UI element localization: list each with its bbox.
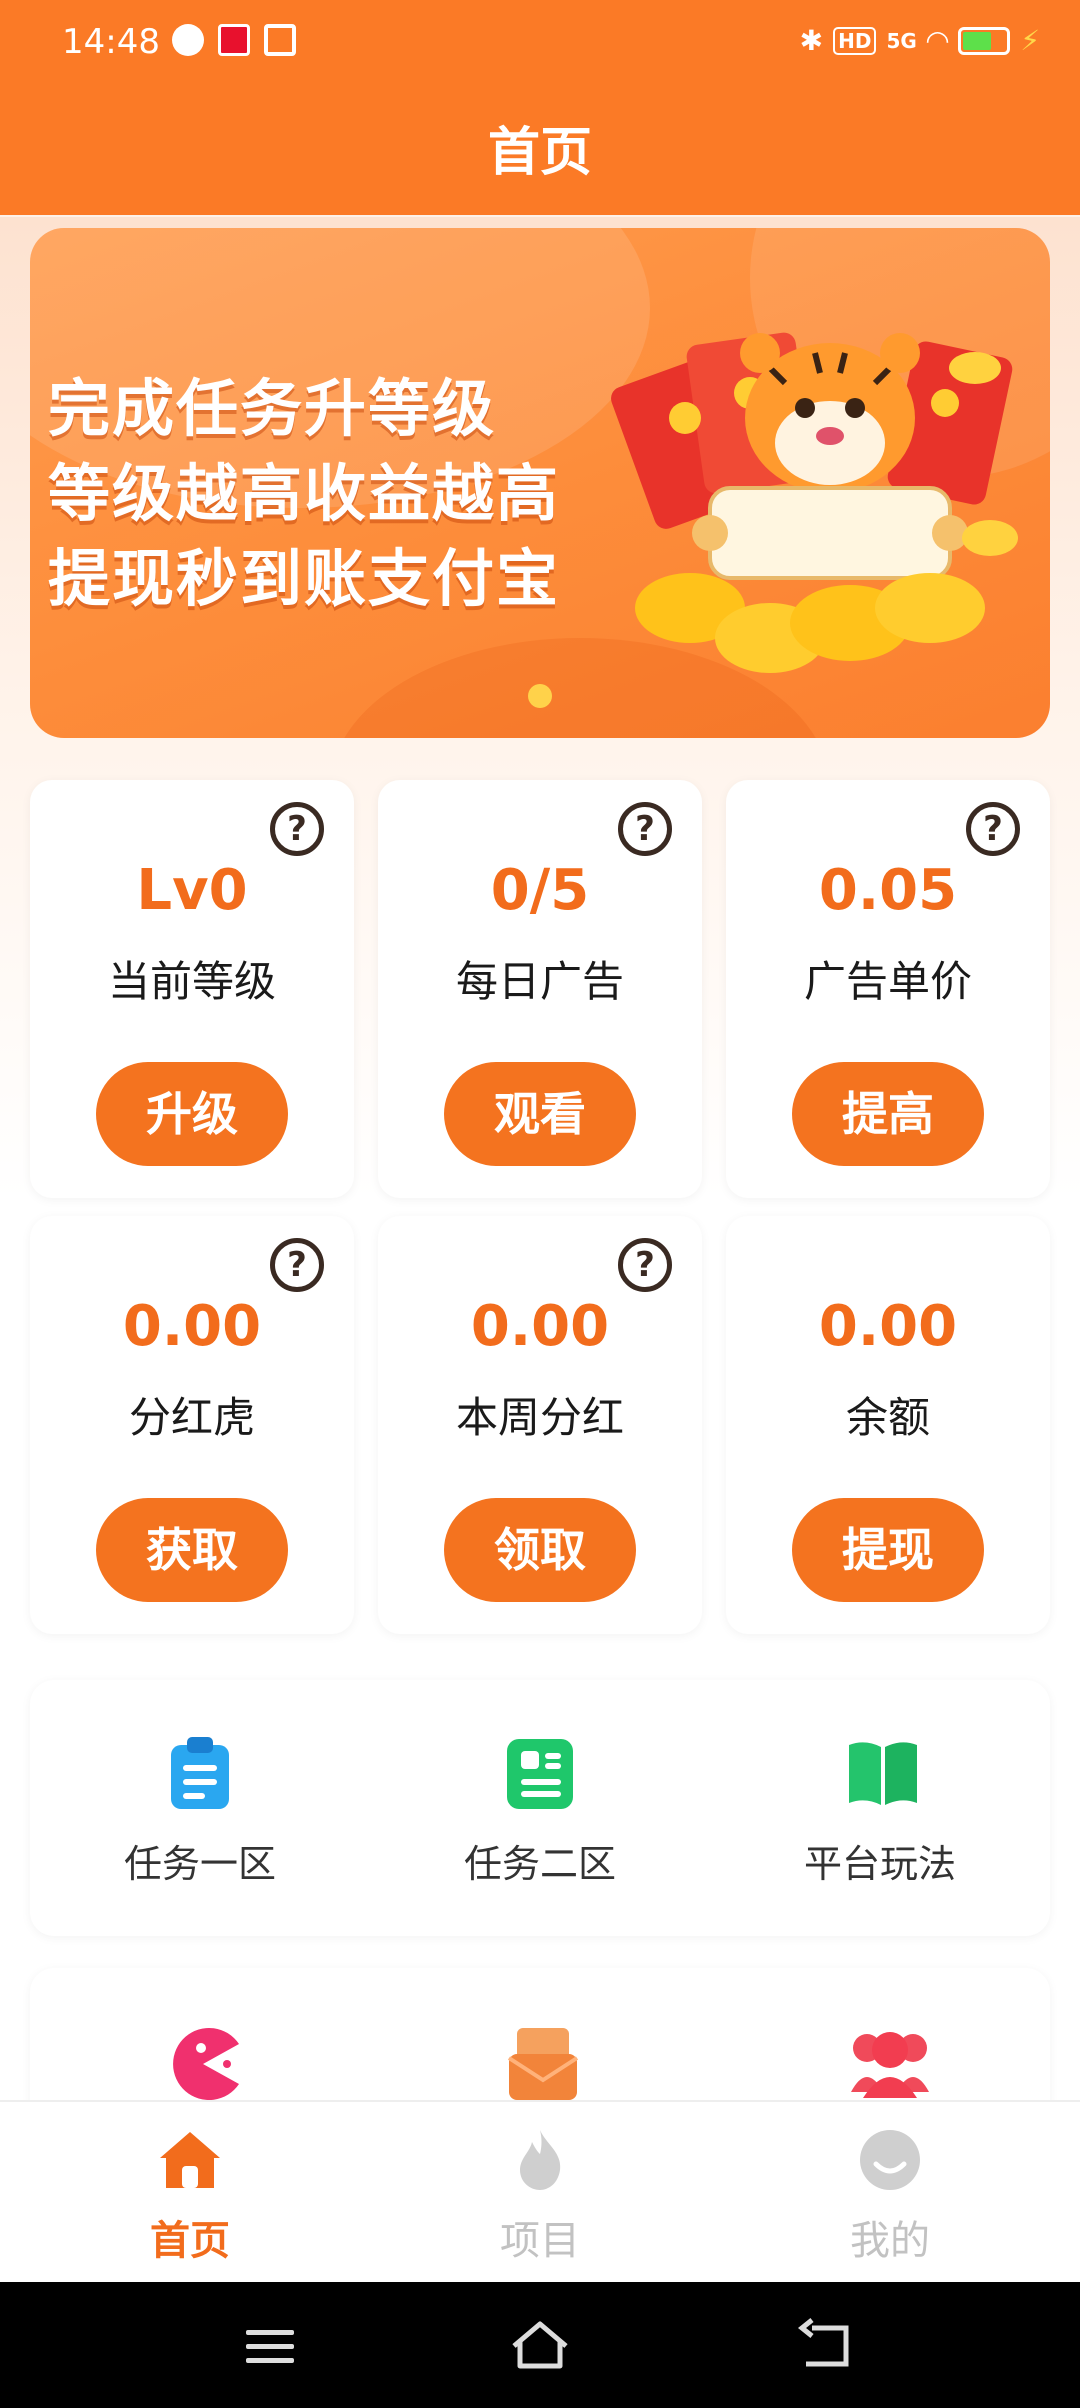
nav-label: 项目 [500, 2218, 580, 2264]
help-icon[interactable]: ? [618, 802, 672, 856]
stat-label: 每日广告 [455, 957, 624, 1006]
status-right-icons: ✱ HD 5G ◠ ⚡ [800, 24, 1040, 57]
nav-label: 首页 [150, 2218, 230, 2264]
book-icon [845, 1735, 917, 1811]
tiger-mascot-illustration [611, 332, 1018, 673]
withdraw-button[interactable]: 提现 [792, 1498, 984, 1602]
menu-label: 任务一区 [123, 1842, 276, 1886]
flame-icon [508, 2128, 572, 2192]
help-icon[interactable]: ? [270, 1238, 324, 1292]
claim-button[interactable]: 领取 [444, 1498, 636, 1602]
clipboard-icon [165, 1735, 235, 1811]
stat-label: 当前等级 [107, 957, 276, 1006]
carousel-dot-active[interactable] [528, 684, 552, 708]
menu-item-task-zone-1[interactable]: 任务一区 [50, 1735, 350, 1888]
menu-item-game[interactable] [50, 2026, 350, 2102]
bluetooth-icon: ✱ [799, 24, 824, 57]
stat-value: 0.00 [122, 1294, 262, 1359]
wifi-icon: ◠ [926, 24, 949, 57]
menu-label: 任务二区 [463, 1842, 616, 1886]
hd-icon: HD [833, 26, 877, 55]
header-divider [0, 215, 1080, 217]
pacman-icon [165, 2026, 239, 2102]
stat-label: 余额 [845, 1393, 930, 1442]
stat-card-level: ? Lv0 当前等级 升级 [30, 780, 354, 1198]
raise-button[interactable]: 提高 [792, 1062, 984, 1166]
stat-label: 广告单价 [803, 957, 972, 1006]
bottom-navigation: 首页 项目 我的 [0, 2100, 1080, 2282]
stat-card-ad-price: ? 0.05 广告单价 提高 [726, 780, 1050, 1198]
nav-tab-profile[interactable]: 我的 [790, 2128, 990, 2266]
help-icon[interactable]: ? [618, 1238, 672, 1292]
stat-label: 本周分红 [455, 1393, 624, 1442]
list-doc-icon [505, 1735, 575, 1811]
stat-card-daily-ads: ? 0/5 每日广告 观看 [378, 780, 702, 1198]
menu-icon[interactable] [240, 2318, 300, 2374]
page-title: 首页 [487, 123, 592, 183]
banner-line-1: 完成任务升等级 [48, 372, 497, 445]
upgrade-button[interactable]: 升级 [96, 1062, 288, 1166]
stat-value: 0.00 [470, 1294, 610, 1359]
stat-card-dividend-tiger: ? 0.00 分红虎 获取 [30, 1216, 354, 1634]
mail-icon [505, 2026, 579, 2102]
battery-icon [958, 26, 1011, 55]
signal-5g-icon: 5G [886, 28, 917, 53]
stat-value: 0.05 [818, 858, 958, 923]
help-icon[interactable]: ? [270, 802, 324, 856]
nav-tab-projects[interactable]: 项目 [440, 2128, 640, 2266]
menu-item-task-zone-2[interactable]: 任务二区 [390, 1735, 690, 1888]
stat-card-weekly-dividend: ? 0.00 本周分红 领取 [378, 1216, 702, 1634]
promo-banner[interactable]: 完成任务升等级 等级越高收益越高 提现秒到账支付宝 [30, 228, 1050, 738]
menu-label: 平台玩法 [803, 1842, 956, 1886]
gift-icon [264, 24, 296, 56]
stat-label: 分红虎 [128, 1393, 255, 1442]
status-bar: 14:48 ✱ HD 5G ◠ ⚡ [0, 0, 1080, 84]
menu-item-platform-guide[interactable]: 平台玩法 [730, 1735, 1030, 1888]
watch-button[interactable]: 观看 [444, 1062, 636, 1166]
system-navigation-bar [0, 2282, 1080, 2408]
charging-icon: ⚡ [1020, 24, 1040, 57]
app-badge-icon [218, 24, 250, 56]
menu-card-primary: 任务一区 任务二区 平台玩法 [30, 1680, 1050, 1936]
help-icon[interactable]: ? [966, 802, 1020, 856]
home-nav-icon[interactable] [508, 2318, 568, 2374]
status-left-icons [172, 24, 296, 56]
menu-item-team[interactable] [730, 2026, 1030, 2102]
users-icon [845, 2026, 929, 2102]
back-icon[interactable] [796, 2318, 856, 2374]
home-icon [158, 2128, 222, 2192]
stat-value: Lv0 [136, 858, 248, 923]
stat-value: 0/5 [490, 858, 590, 923]
banner-line-2: 等级越高收益越高 [48, 457, 561, 530]
status-time: 14:48 [62, 22, 160, 62]
nav-tab-home[interactable]: 首页 [90, 2128, 290, 2266]
nav-label: 我的 [850, 2218, 930, 2264]
banner-line-3: 提现秒到账支付宝 [48, 542, 561, 615]
check-circle-icon [172, 24, 204, 56]
obtain-button[interactable]: 获取 [96, 1498, 288, 1602]
stat-card-balance: 0.00 余额 提现 [726, 1216, 1050, 1634]
stat-value: 0.00 [818, 1294, 958, 1359]
smile-icon [858, 2128, 922, 2192]
menu-item-messages[interactable] [390, 2026, 690, 2102]
